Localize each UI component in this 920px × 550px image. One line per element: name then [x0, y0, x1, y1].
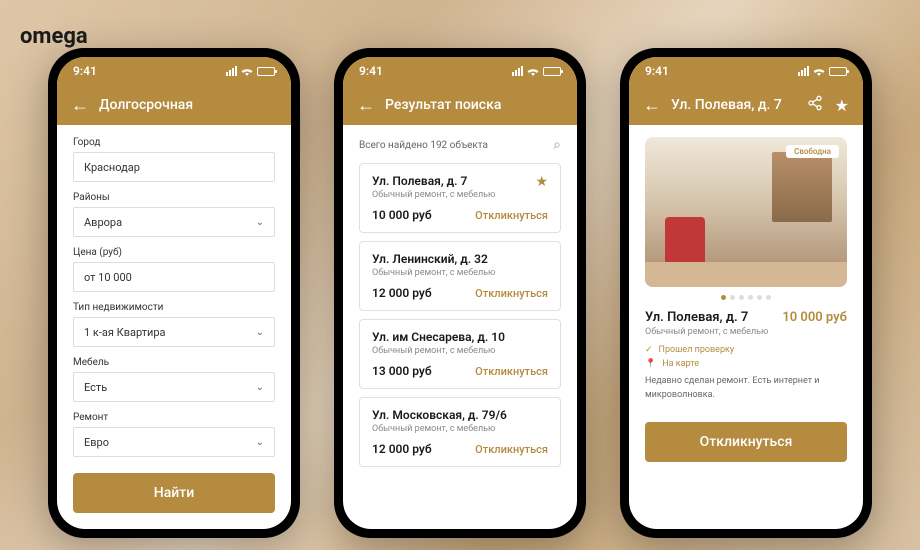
listing-price: 13 000 руб — [372, 364, 432, 378]
district-label: Районы — [73, 192, 275, 203]
listing-sub: Обычный ремонт, с мебелью — [372, 268, 548, 278]
city-input[interactable]: Краснодар — [73, 152, 275, 182]
carousel-dots[interactable] — [645, 295, 847, 300]
back-icon[interactable]: ← — [643, 95, 661, 116]
back-icon[interactable]: ← — [71, 95, 89, 116]
results-count: Всего найдено 192 объекта — [359, 140, 488, 151]
list-item[interactable]: ★ Ул. Полевая, д. 7 Обычный ремонт, с ме… — [359, 163, 561, 233]
header: ← Долгосрочная — [57, 85, 291, 125]
map-row[interactable]: 📍 На карте — [645, 359, 847, 369]
status-time: 9:41 — [359, 64, 383, 78]
listing-title: Ул. им Снесарева, д. 10 — [372, 330, 548, 344]
price-label: Цена (руб) — [73, 247, 275, 258]
phone-results: 9:41 ← Результат поиска Всего найдено 19… — [334, 48, 586, 538]
search-icon[interactable]: ⌕ — [553, 137, 561, 153]
battery-icon — [543, 67, 561, 76]
respond-button[interactable]: Откликнуться — [475, 209, 548, 222]
list-item[interactable]: Ул. Ленинский, д. 32 Обычный ремонт, с м… — [359, 241, 561, 311]
status-bar: 9:41 — [343, 57, 577, 85]
brand-logo: omega — [20, 24, 88, 49]
status-bar: 9:41 — [57, 57, 291, 85]
header: ← Ул. Полевая, д. 7 ★ — [629, 85, 863, 125]
status-bar: 9:41 — [629, 57, 863, 85]
repair-select[interactable]: Евро⌄ — [73, 427, 275, 457]
phone-detail: 9:41 ← Ул. Полевая, д. 7 ★ Свободна Ул. … — [620, 48, 872, 538]
check-icon: ✓ — [645, 345, 653, 355]
respond-button[interactable]: Откликнуться — [645, 422, 847, 462]
furniture-select[interactable]: Есть⌄ — [73, 372, 275, 402]
status-time: 9:41 — [645, 64, 669, 78]
list-item[interactable]: Ул. Московская, д. 79/6 Обычный ремонт, … — [359, 397, 561, 467]
page-title: Результат поиска — [385, 97, 563, 113]
wifi-icon — [527, 66, 539, 76]
search-button[interactable]: Найти — [73, 473, 275, 513]
respond-button[interactable]: Откликнуться — [475, 365, 548, 378]
listing-price: 12 000 руб — [372, 442, 432, 456]
status-badge: Свободна — [786, 145, 839, 158]
district-select[interactable]: Аврора⌄ — [73, 207, 275, 237]
header: ← Результат поиска — [343, 85, 577, 125]
property-photo[interactable]: Свободна — [645, 137, 847, 287]
listing-price: 12 000 руб — [372, 286, 432, 300]
battery-icon — [257, 67, 275, 76]
wifi-icon — [813, 66, 825, 76]
signal-icon — [226, 66, 237, 76]
share-icon[interactable] — [807, 95, 823, 115]
listing-sub: Обычный ремонт, с мебелью — [372, 346, 548, 356]
detail-price: 10 000 руб — [782, 310, 847, 325]
back-icon[interactable]: ← — [357, 95, 375, 116]
favorite-icon[interactable]: ★ — [835, 96, 849, 115]
type-select[interactable]: 1 к-ая Квартира⌄ — [73, 317, 275, 347]
detail-title: Ул. Полевая, д. 7 — [645, 310, 748, 325]
listing-sub: Обычный ремонт, с мебелью — [372, 424, 548, 434]
pin-icon: 📍 — [645, 359, 656, 369]
listing-price: 10 000 руб — [372, 208, 432, 222]
price-input[interactable]: от 10 000 — [73, 262, 275, 292]
chevron-down-icon: ⌄ — [256, 217, 264, 228]
verified-row[interactable]: ✓ Прошел проверку — [645, 345, 847, 355]
listing-title: Ул. Ленинский, д. 32 — [372, 252, 548, 266]
page-title: Долгосрочная — [99, 97, 277, 113]
description: Недавно сделан ремонт. Есть интернет и м… — [645, 375, 847, 402]
phone-filters: 9:41 ← Долгосрочная Город Краснодар Райо… — [48, 48, 300, 538]
chevron-down-icon: ⌄ — [256, 382, 264, 393]
listing-title: Ул. Полевая, д. 7 — [372, 174, 548, 188]
wifi-icon — [241, 66, 253, 76]
listing-sub: Обычный ремонт, с мебелью — [372, 190, 548, 200]
chevron-down-icon: ⌄ — [256, 437, 264, 448]
furniture-label: Мебель — [73, 357, 275, 368]
star-icon[interactable]: ★ — [535, 174, 548, 190]
list-item[interactable]: Ул. им Снесарева, д. 10 Обычный ремонт, … — [359, 319, 561, 389]
signal-icon — [512, 66, 523, 76]
detail-sub: Обычный ремонт, с мебелью — [645, 327, 847, 337]
signal-icon — [798, 66, 809, 76]
respond-button[interactable]: Откликнуться — [475, 443, 548, 456]
city-label: Город — [73, 137, 275, 148]
listing-title: Ул. Московская, д. 79/6 — [372, 408, 548, 422]
battery-icon — [829, 67, 847, 76]
status-time: 9:41 — [73, 64, 97, 78]
repair-label: Ремонт — [73, 412, 275, 423]
page-title: Ул. Полевая, д. 7 — [671, 97, 797, 113]
respond-button[interactable]: Откликнуться — [475, 287, 548, 300]
chevron-down-icon: ⌄ — [256, 327, 264, 338]
type-label: Тип недвижимости — [73, 302, 275, 313]
